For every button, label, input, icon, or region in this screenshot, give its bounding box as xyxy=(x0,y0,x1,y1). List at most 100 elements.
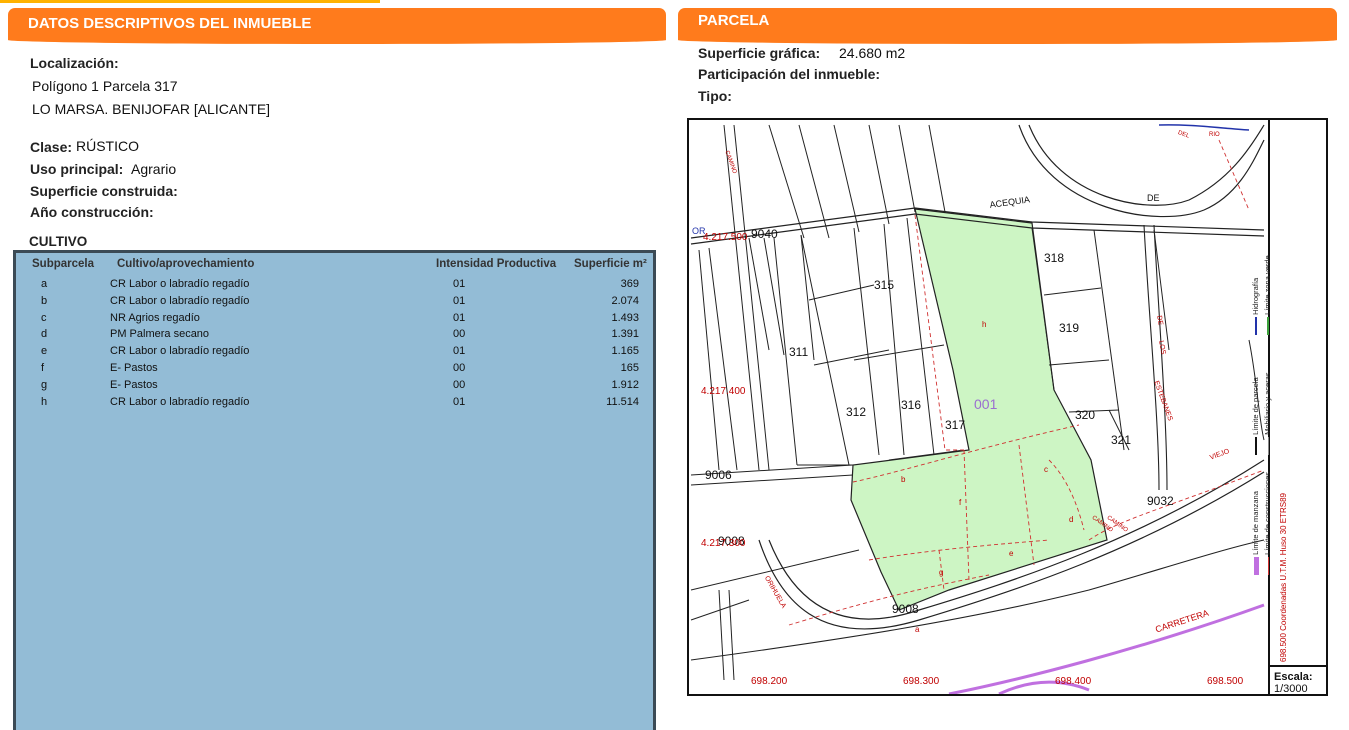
subparcel-letter: h xyxy=(982,320,987,329)
legend-construcciones-label: Límite de construcciones xyxy=(1263,471,1272,555)
localizacion-label: Localización: xyxy=(30,55,119,71)
col-header-cultivo: Cultivo/aprovechamiento xyxy=(117,258,255,270)
uso-value: Agrario xyxy=(131,161,177,177)
cell-subparcela: f xyxy=(41,362,45,374)
cadastral-map: 311 312 315 316 317 318 319 320 321 001 a b c d e f g h 90… xyxy=(687,118,1328,696)
subparcel-letter: e xyxy=(1009,549,1014,558)
tipo-label: Tipo: xyxy=(698,88,732,104)
cell-superficie: 1.391 xyxy=(611,328,639,341)
superficie-grafica-label: Superficie gráfica: xyxy=(698,45,821,61)
camino-right-2 xyxy=(1153,224,1168,491)
cell-cultivo: CR Labor o labradío regadío xyxy=(110,395,250,408)
cell-superficie: 1.912 xyxy=(611,378,639,391)
participacion-label: Participación del inmueble: xyxy=(698,66,881,82)
parcel-number: 312 xyxy=(846,405,867,419)
cell-intensidad: 00 xyxy=(453,362,466,374)
y-coordinate: 4.217.500 xyxy=(703,232,748,243)
legend-coord-system: 698.500 Coordenadas U.T.M. Huso 30 ETRS8… xyxy=(1279,493,1288,662)
parcel-number: 316 xyxy=(901,398,922,412)
section-title: PARCELA xyxy=(698,12,770,29)
cell-intensidad: 01 xyxy=(453,311,466,324)
cell-superficie: 2.074 xyxy=(611,294,639,307)
cell-intensidad: 00 xyxy=(453,328,466,341)
table-row: h CR Labor o labradío regadío 01 11.514 xyxy=(16,396,653,413)
cell-cultivo: E- Pastos xyxy=(110,378,158,391)
cell-subparcela: e xyxy=(41,345,48,358)
road-code: 9008 xyxy=(892,602,919,616)
subparcel-letter: d xyxy=(1069,515,1074,524)
river-line xyxy=(1158,124,1250,131)
localizacion-line1: Polígono 1 Parcela 317 xyxy=(32,78,178,94)
table-row: f E- Pastos 00 165 xyxy=(16,362,653,379)
col-header-intensidad: Intensidad Productiva xyxy=(436,258,557,270)
cell-subparcela: g xyxy=(41,378,48,391)
table-row: c NR Agrios regadío 01 1.493 xyxy=(16,312,653,329)
legend-limite-manzana-label: Límite de manzana xyxy=(1251,491,1260,555)
parcel-number: 311 xyxy=(789,345,809,359)
section-header-parcela: PARCELA xyxy=(678,8,1337,44)
x-coordinate: 698.500 xyxy=(1207,676,1244,687)
cell-cultivo: E- Pastos xyxy=(110,362,158,374)
subparcel-letter: b xyxy=(901,475,906,484)
street-name: DE xyxy=(1147,193,1160,203)
clase-label: Clase: xyxy=(30,139,73,155)
legend-item-limite-manzana: Límite de manzana xyxy=(1251,491,1260,575)
table-row: d PM Palmera secano 00 1.391 xyxy=(16,328,653,345)
cell-cultivo: NR Agrios regadío xyxy=(110,311,200,324)
x-coordinate: 698.300 xyxy=(903,676,940,687)
legend-item-construcciones: Límite de construcciones xyxy=(1263,472,1272,575)
road-code: 9040 xyxy=(751,227,778,241)
col-header-superficie: Superficie m² xyxy=(574,258,647,270)
cell-intensidad: 01 xyxy=(453,278,466,290)
subparcel-letter: g xyxy=(939,568,944,577)
cultivo-table: Subparcela Cultivo/aprovechamiento Inten… xyxy=(13,250,656,730)
y-coordinate: 4.217.400 xyxy=(701,386,746,397)
cell-superficie: 1.493 xyxy=(611,311,639,324)
cell-cultivo: CR Labor o labradío regadío xyxy=(110,294,250,307)
cell-superficie: 369 xyxy=(620,278,639,290)
ano-construccion-label: Año construcción: xyxy=(30,204,154,220)
street-name: DE xyxy=(1155,315,1164,326)
legend-item-limite-parcela: Límite de parcela xyxy=(1251,377,1260,455)
legend-item-mobiliario: Mobiliario y aceras xyxy=(1263,372,1272,455)
cell-subparcela: a xyxy=(41,278,48,290)
cell-subparcela: b xyxy=(41,294,48,307)
subparcel-letter: c xyxy=(1044,465,1048,474)
legend-zona-verde-label: Límite zona verde xyxy=(1263,255,1272,315)
legend-item-hidrografia: Hidrografía xyxy=(1251,278,1260,335)
cell-subparcela: d xyxy=(41,328,48,341)
cell-subparcela: c xyxy=(41,311,47,324)
road-code: 9006 xyxy=(705,468,732,482)
subparcel-letter: a xyxy=(915,625,920,634)
map-legend: Hidrografía Límite de parcela Límite de … xyxy=(1251,120,1326,694)
x-coordinate: 698.400 xyxy=(1055,676,1092,687)
road-code: 9032 xyxy=(1147,494,1174,508)
cell-subparcela: h xyxy=(41,395,48,408)
cell-cultivo: CR Labor o labradío regadío xyxy=(110,278,250,290)
parcel-number: 318 xyxy=(1044,251,1065,265)
localizacion-line2: LO MARSA. BENIJOFAR [ALICANTE] xyxy=(32,101,271,117)
legend-limite-parcela-label: Límite de parcela xyxy=(1251,377,1260,435)
section-title: DATOS DESCRIPTIVOS DEL INMUEBLE xyxy=(28,15,312,32)
cell-cultivo: CR Labor o labradío regadío xyxy=(110,345,250,358)
superficie-grafica-value: 24.680 m2 xyxy=(839,45,906,61)
parcel-number: 319 xyxy=(1059,321,1080,335)
scale-label: Escala: xyxy=(1274,671,1313,683)
table-row: g E- Pastos 00 1.912 xyxy=(16,379,653,396)
clase-value: RÚSTICO xyxy=(76,138,139,154)
cell-intensidad: 00 xyxy=(453,378,466,391)
uso-label: Uso principal: xyxy=(30,161,124,177)
section-header-datos: DATOS DESCRIPTIVOS DEL INMUEBLE xyxy=(8,8,666,44)
legend-item-zona-verde: Límite zona verde xyxy=(1263,255,1272,335)
subparcel-letter: f xyxy=(959,498,962,507)
table-row: a CR Labor o labradío regadío 01 369 xyxy=(16,278,653,295)
building-code: 001 xyxy=(974,396,998,412)
parcel-number: 317 xyxy=(945,418,966,432)
parcel-number: 320 xyxy=(1075,408,1096,422)
col-header-subparcela: Subparcela xyxy=(32,258,94,270)
cell-superficie: 1.165 xyxy=(611,345,639,358)
cell-intensidad: 01 xyxy=(453,395,466,408)
upper-road-2 xyxy=(1018,124,1265,218)
y-coordinate: 4.217.300 xyxy=(701,538,746,549)
legend-hidrografia-label: Hidrografía xyxy=(1251,277,1260,315)
